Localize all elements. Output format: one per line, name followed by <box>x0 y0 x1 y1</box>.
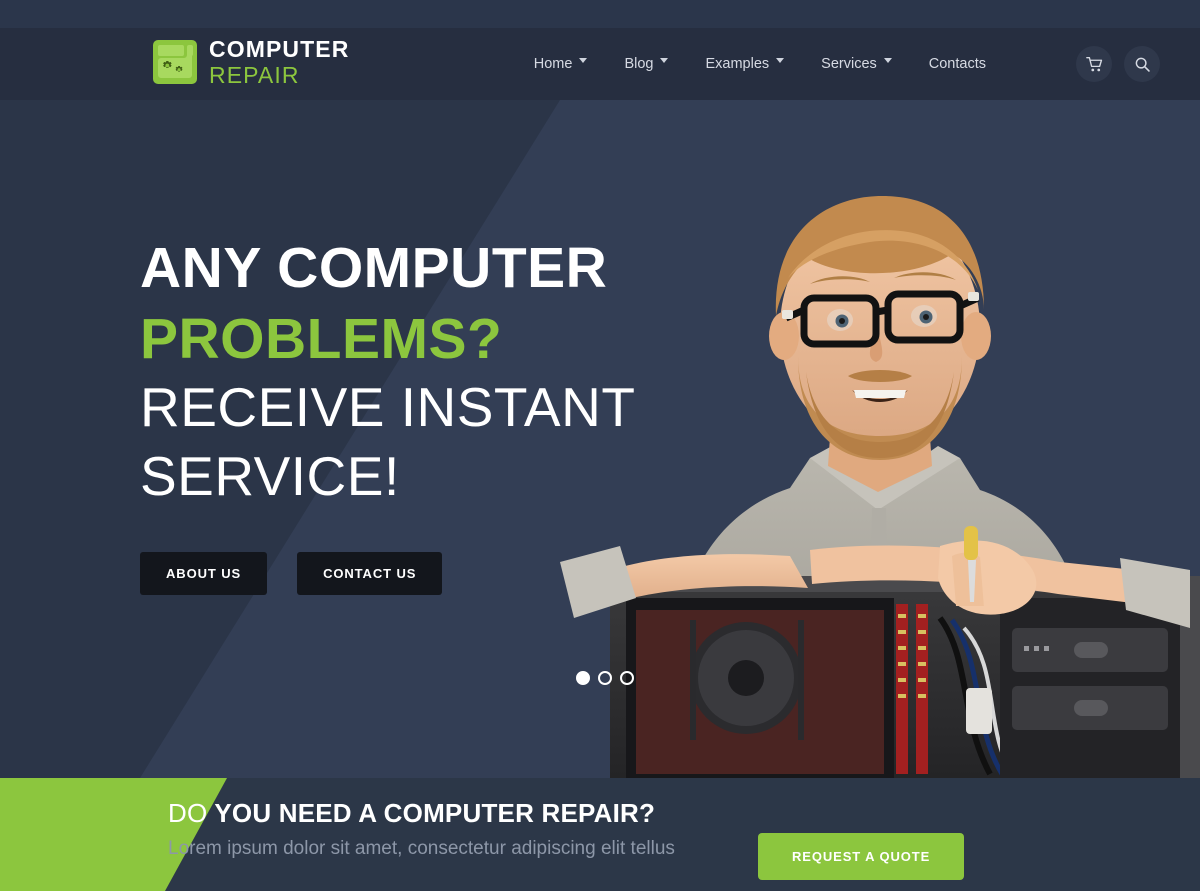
main-navigation: Home Blog Examples Services Contacts <box>516 28 1004 100</box>
site-header: COMPUTER REPAIR Home Blog Examples Servi… <box>0 28 1200 100</box>
nav-item-home[interactable]: Home <box>516 28 607 100</box>
hero-section: ANY COMPUTER PROBLEMS? RECEIVE INSTANT S… <box>0 100 1200 778</box>
hero-buttons: ABOUT US CONTACT US <box>140 552 700 595</box>
cta-section: DO YOU NEED A COMPUTER REPAIR? Lorem ips… <box>0 778 1200 891</box>
search-button[interactable] <box>1124 46 1160 82</box>
shopping-cart-icon <box>1085 56 1102 71</box>
nav-item-examples[interactable]: Examples <box>687 28 803 100</box>
top-strip <box>0 0 1200 28</box>
hero-heading-line2: PROBLEMS? <box>140 307 503 371</box>
nav-label-services: Services <box>821 56 877 72</box>
hero-heading-line1: ANY COMPUTER <box>140 236 608 300</box>
logo-name-bottom: REPAIR <box>209 62 300 88</box>
hero-heading-line4: SERVICE! <box>140 445 400 507</box>
nav-label-blog: Blog <box>624 56 654 72</box>
nav-item-contacts[interactable]: Contacts <box>911 28 1004 100</box>
cta-title: DO YOU NEED A COMPUTER REPAIR? <box>168 798 675 829</box>
cta-text: DO YOU NEED A COMPUTER REPAIR? Lorem ips… <box>168 798 675 860</box>
nav-label-examples: Examples <box>705 56 770 72</box>
chevron-down-icon <box>883 57 893 67</box>
search-icon <box>1135 57 1150 72</box>
landing-page: COMPUTER REPAIR Home Blog Examples Servi… <box>0 0 1200 891</box>
slider-dot-3[interactable] <box>620 671 634 685</box>
request-quote-button[interactable]: REQUEST A QUOTE <box>758 833 965 880</box>
logo-name-top: COMPUTER <box>209 36 350 62</box>
nav-label-home: Home <box>533 56 573 72</box>
slider-pagination <box>576 671 634 685</box>
chevron-down-icon <box>579 57 588 67</box>
slider-dot-2[interactable] <box>598 671 612 685</box>
cta-title-thin: DO <box>168 798 208 828</box>
nav-label-contacts: Contacts <box>928 56 986 72</box>
logo[interactable]: COMPUTER REPAIR <box>152 36 349 87</box>
contact-us-button[interactable]: CONTACT US <box>297 552 443 595</box>
chevron-down-icon <box>660 57 669 67</box>
cart-button[interactable] <box>1076 46 1112 82</box>
hero-content: ANY COMPUTER PROBLEMS? RECEIVE INSTANT S… <box>140 240 700 595</box>
top-strip-inner <box>0 0 1200 28</box>
cta-subtitle: Lorem ipsum dolor sit amet, consectetur … <box>168 838 675 859</box>
computer-gears-icon <box>152 38 198 86</box>
slider-dot-1[interactable] <box>576 671 590 685</box>
about-us-button[interactable]: ABOUT US <box>140 552 268 595</box>
nav-item-blog[interactable]: Blog <box>606 28 687 100</box>
header-actions <box>1076 28 1160 100</box>
hero-heading-line3: RECEIVE INSTANT <box>140 376 636 438</box>
logo-text: COMPUTER REPAIR <box>209 36 349 87</box>
chevron-down-icon <box>776 57 785 67</box>
nav-item-services[interactable]: Services <box>803 28 911 100</box>
cta-title-bold: YOU NEED A COMPUTER REPAIR? <box>214 798 656 828</box>
